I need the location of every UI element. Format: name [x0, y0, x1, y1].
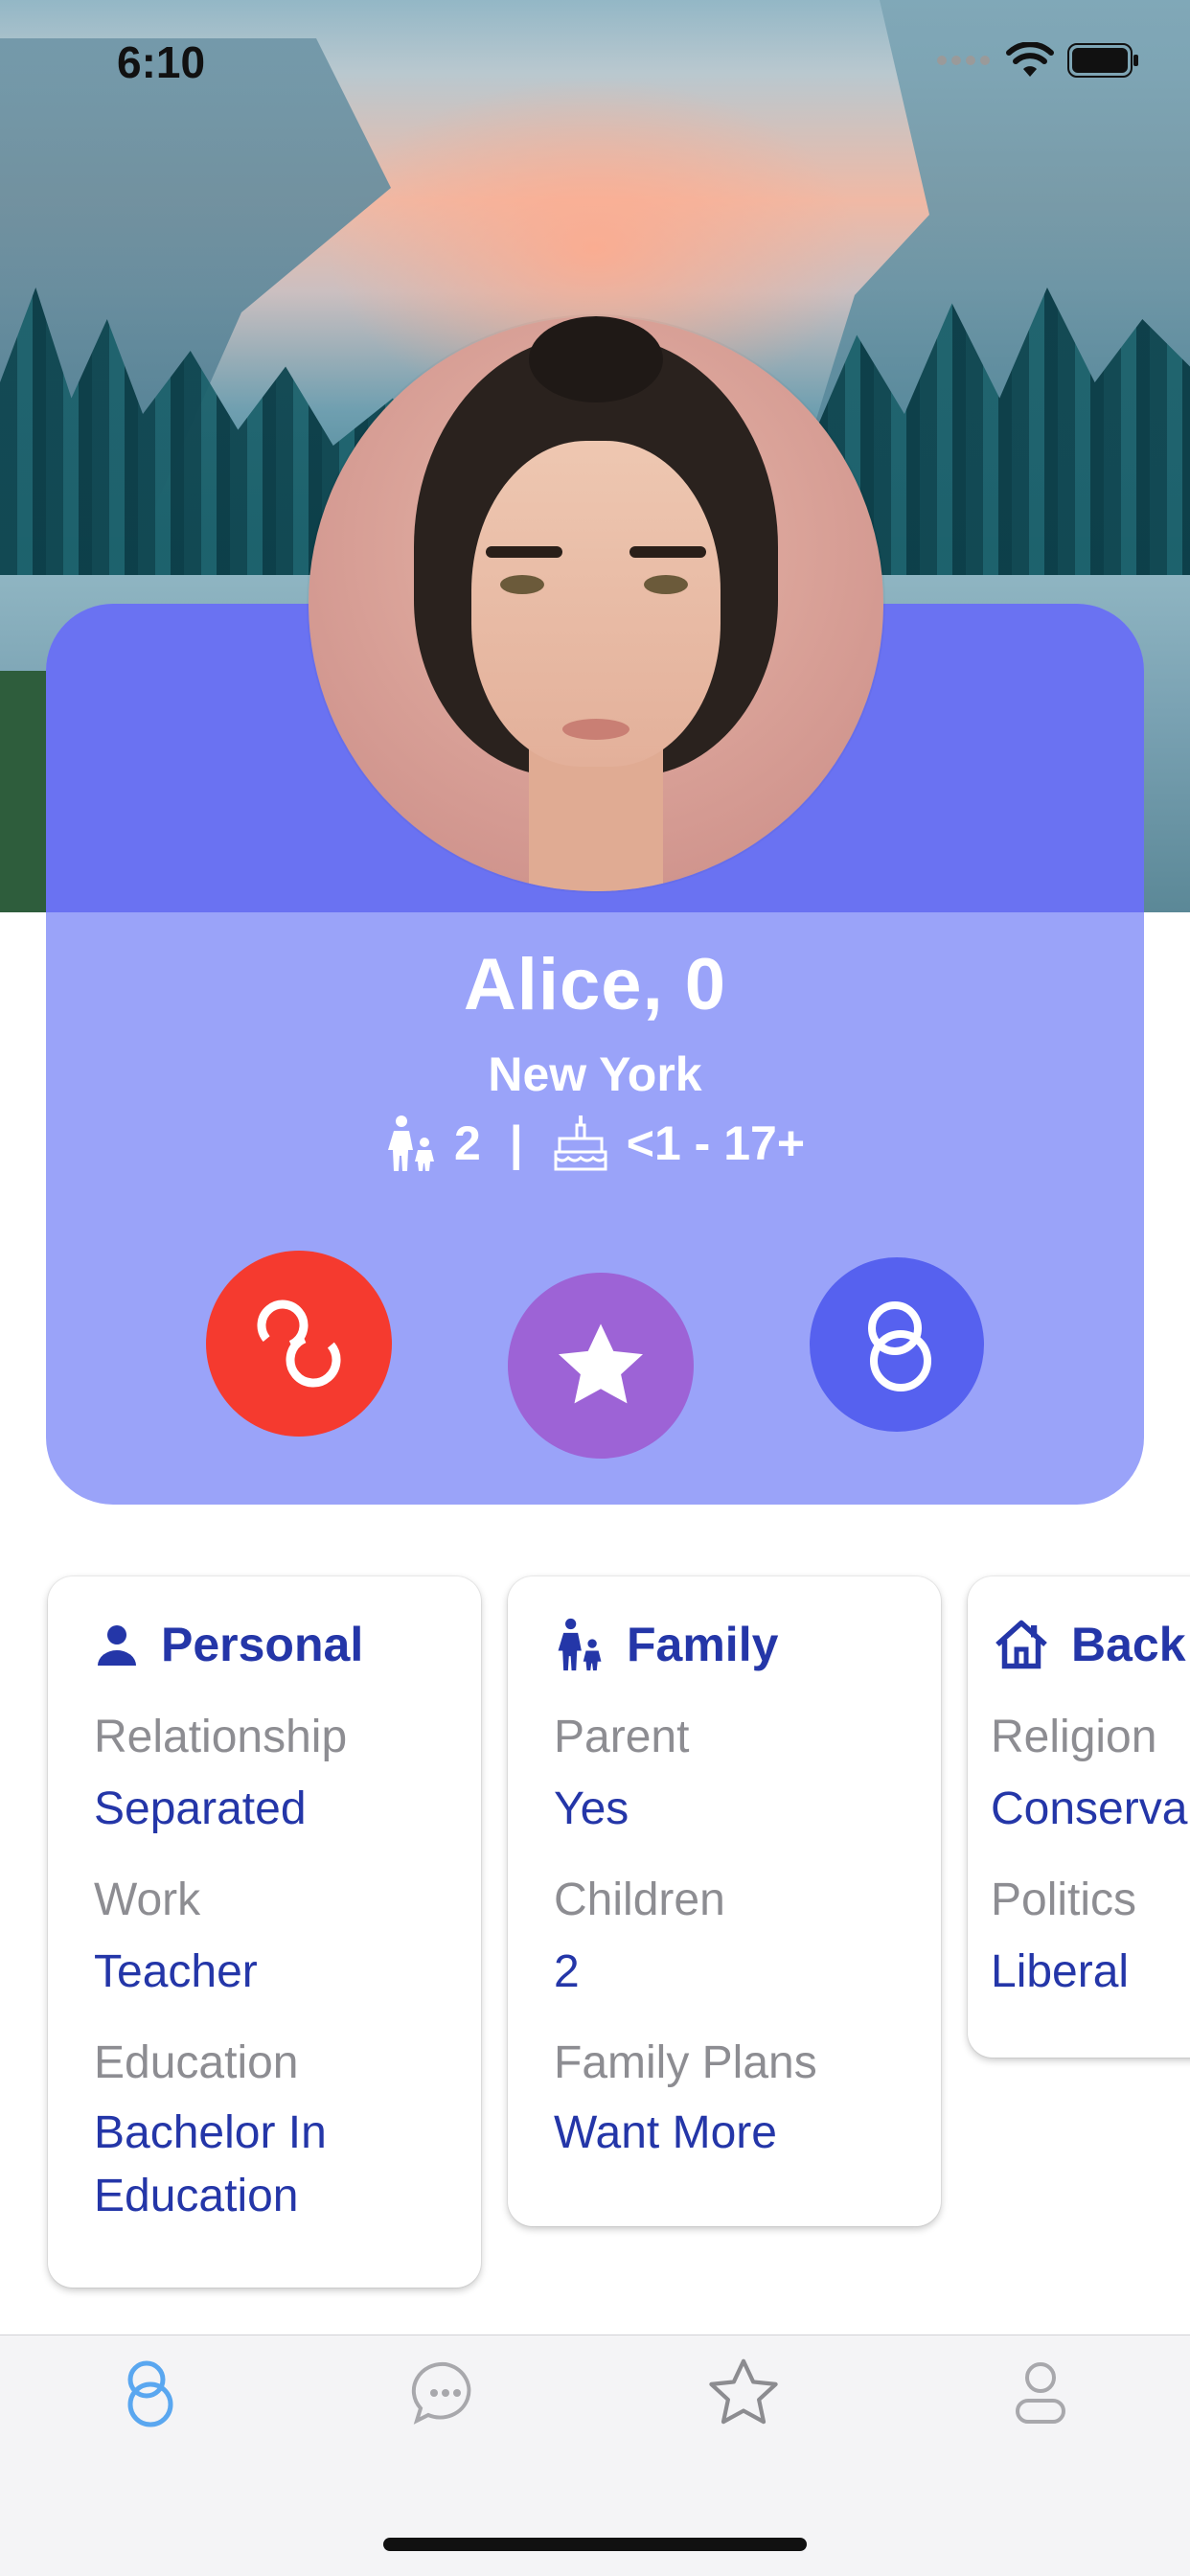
person-icon [98, 1625, 136, 1666]
info-card-header: Family [554, 1617, 778, 1672]
tab-messages[interactable] [388, 2350, 503, 2436]
children-count: 2 [453, 1116, 481, 1170]
info-value: 2 [554, 1946, 580, 1997]
info-card-title: Personal [161, 1618, 364, 1671]
status-time: 6:10 [117, 37, 206, 87]
info-label: Religion [991, 1712, 1157, 1762]
pass-button[interactable] [206, 1251, 392, 1437]
parent-child-icon [387, 1116, 434, 1171]
linked-rings-icon [868, 1301, 931, 1392]
info-value: Want More [554, 2107, 777, 2158]
wifi-icon [1006, 42, 1054, 77]
info-value: Separated [94, 1783, 307, 1834]
info-card-personal: Personal Relationship Separated Work Tea… [48, 1576, 481, 2288]
battery-icon [1067, 43, 1138, 78]
info-card-title: Family [627, 1618, 779, 1671]
signal-icon [937, 56, 990, 65]
profile-icon [1016, 2362, 1065, 2424]
tab-profile[interactable] [983, 2350, 1098, 2436]
family-icon [558, 1618, 602, 1671]
info-card-title: Back [1071, 1618, 1186, 1671]
info-label: Parent [554, 1712, 690, 1762]
profile-location: New York [488, 1047, 702, 1101]
info-label: Family Plans [554, 2037, 817, 2088]
birthday-cake-icon [554, 1116, 607, 1171]
info-label: Education [94, 2037, 299, 2088]
star-icon [559, 1323, 643, 1404]
tab-favorites[interactable] [686, 2350, 801, 2436]
profile-name-age: Alice, 0 [463, 944, 727, 1025]
info-card-family: Family Parent Yes Children 2 Family Plan… [508, 1576, 941, 2226]
tab-matches[interactable] [91, 2350, 206, 2436]
star-outline-icon [709, 2358, 778, 2425]
info-card-background: Back Religion Conserva Politics Liberal [968, 1576, 1190, 2058]
unlink-rings-icon [257, 1300, 341, 1388]
profile-children-stats: 2 | <1 - 17+ [0, 1114, 1190, 1173]
info-card-header: Personal [94, 1617, 363, 1672]
info-value: Teacher [94, 1946, 258, 1997]
stats-separator: | [509, 1116, 523, 1170]
info-value: Conserva [991, 1783, 1188, 1834]
home-indicator [383, 2538, 807, 2551]
info-value: Bachelor In Education [94, 2107, 327, 2221]
favorite-button[interactable] [508, 1273, 694, 1459]
profile-screen: 6:10 Alice, 0 New York 2 | <1 - 17+ Pers… [0, 0, 1190, 2576]
info-value: Yes [554, 1783, 629, 1834]
rings-icon [127, 2360, 173, 2427]
children-ages: <1 - 17+ [626, 1116, 806, 1170]
info-value: Liberal [991, 1946, 1130, 1997]
status-icons [937, 42, 1140, 79]
info-label: Work [94, 1874, 201, 1925]
info-label: Relationship [94, 1712, 348, 1762]
info-label: Children [554, 1874, 725, 1925]
info-card-header: Back [993, 1617, 1186, 1672]
house-icon [995, 1620, 1047, 1669]
profile-avatar[interactable] [309, 316, 883, 891]
info-label: Politics [991, 1874, 1137, 1925]
connect-button[interactable] [810, 1257, 984, 1432]
chat-bubble-icon [411, 2361, 471, 2425]
